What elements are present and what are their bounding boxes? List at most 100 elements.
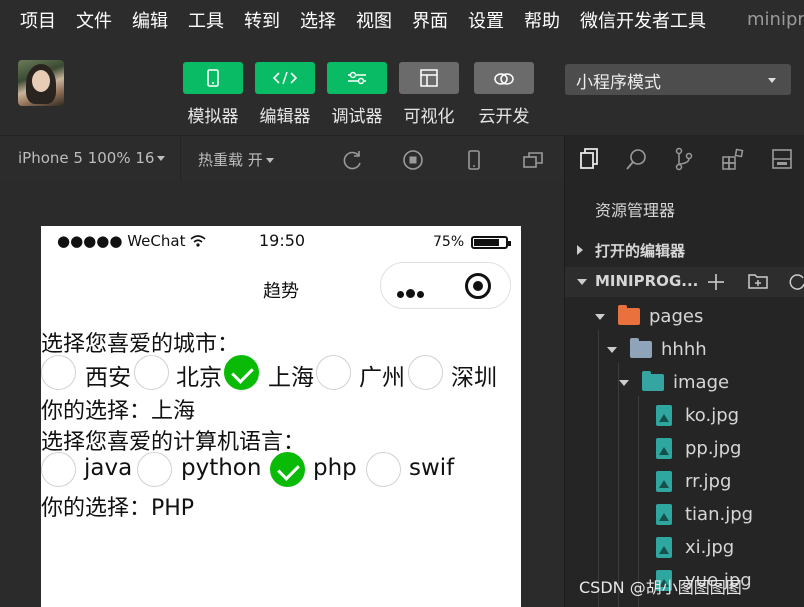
hot-reload-select[interactable]: 热重载 开	[198, 149, 274, 170]
city-radio-label[interactable]: 北京	[176, 358, 222, 392]
lang-radio[interactable]	[137, 452, 172, 487]
battery-percent: 75%	[433, 234, 465, 250]
city-radio-label[interactable]: 广州	[359, 358, 405, 392]
battery-tip	[508, 241, 511, 246]
chevron-down-icon	[607, 347, 617, 353]
new-folder-icon[interactable]	[748, 272, 768, 290]
status-time: 19:50	[259, 231, 306, 250]
refresh-icon[interactable]	[788, 272, 804, 290]
chevron-right-icon	[577, 245, 583, 255]
tree-folder-image[interactable]: image	[565, 368, 804, 398]
city-radio[interactable]	[134, 355, 169, 390]
lang-radio-group: java python php swif	[41, 452, 521, 488]
extensions-icon[interactable]	[721, 147, 745, 171]
activity-bar	[565, 135, 804, 181]
project-section[interactable]: MINIPROG...	[565, 267, 804, 297]
tree-label: hhhh	[661, 339, 707, 360]
device-select[interactable]: iPhone 5 100% 16	[18, 149, 166, 167]
chevron-down-icon	[619, 380, 629, 386]
layout-icon	[420, 69, 438, 87]
menu-item-tools[interactable]: 工具	[168, 7, 224, 33]
open-editors-label: 打开的编辑器	[595, 242, 686, 260]
avatar-face	[32, 70, 50, 92]
menu-item-settings[interactable]: 设置	[448, 7, 504, 33]
source-control-icon[interactable]	[672, 147, 696, 171]
image-file-icon	[656, 537, 672, 558]
chevron-down-icon	[157, 156, 166, 161]
tree-file[interactable]: xi.jpg	[565, 533, 804, 563]
carrier-text: ●●●●● WeChat	[57, 232, 186, 250]
city-radio-label[interactable]: 西安	[85, 358, 131, 392]
close-target-icon[interactable]	[465, 273, 491, 299]
lang-radio-label[interactable]: php	[313, 455, 357, 481]
debugger-button[interactable]	[327, 62, 387, 94]
chevron-down-icon	[768, 78, 776, 83]
city-radio-label[interactable]: 上海	[268, 358, 314, 392]
cloud-dev-label: 云开发	[478, 107, 530, 127]
chevron-down-icon	[577, 279, 587, 285]
city-radio[interactable]	[41, 355, 76, 390]
mode-select-value: 小程序模式	[576, 73, 661, 93]
device-icon[interactable]	[463, 149, 485, 171]
explorer-title: 资源管理器	[595, 201, 676, 220]
simulator-toolbar: iPhone 5 100% 16 热重载 开	[0, 135, 564, 182]
panel-icon[interactable]	[770, 147, 794, 171]
menu-item-interface[interactable]: 界面	[392, 7, 448, 33]
city-prompt: 选择您喜爱的城市：	[41, 332, 240, 357]
city-radio[interactable]	[316, 355, 351, 390]
city-radio[interactable]	[408, 355, 443, 390]
lang-radio-label[interactable]: java	[84, 455, 132, 481]
tree-folder-pages[interactable]: pages	[565, 302, 804, 332]
editor-button[interactable]	[255, 62, 315, 94]
search-icon[interactable]	[625, 147, 649, 171]
tree-label: pp.jpg	[685, 438, 742, 459]
tree-folder-hhhh[interactable]: hhhh	[565, 335, 804, 365]
files-icon[interactable]	[577, 147, 601, 171]
divider	[180, 136, 181, 182]
city-radio[interactable]	[224, 355, 259, 390]
more-icon[interactable]	[397, 283, 426, 302]
menu-item-select[interactable]: 选择	[280, 7, 336, 33]
folder-icon	[618, 305, 640, 325]
menu-item-view[interactable]: 视图	[336, 7, 392, 33]
simulator-button[interactable]	[183, 62, 243, 94]
sliders-icon	[348, 71, 366, 85]
tree-label: image	[673, 372, 730, 393]
window-icon[interactable]	[522, 149, 544, 171]
city-radio-label[interactable]: 深圳	[451, 358, 497, 392]
lang-radio[interactable]	[270, 452, 305, 487]
wifi-icon	[190, 235, 206, 247]
menu-item-wechat-devtools[interactable]: 微信开发者工具	[560, 7, 706, 33]
menu-item-goto[interactable]: 转到	[224, 7, 280, 33]
mode-select[interactable]: 小程序模式	[565, 64, 791, 95]
image-file-icon	[656, 471, 672, 492]
menu-item-file[interactable]: 文件	[56, 7, 112, 33]
debugger-label: 调试器	[331, 107, 383, 127]
tree-file[interactable]: rr.jpg	[565, 467, 804, 497]
visual-button[interactable]	[399, 62, 459, 94]
phone-screen: ●●●●● WeChat 19:50 75% 趋势 选择您喜爱的城市： 西安 北…	[41, 226, 521, 607]
new-file-icon[interactable]	[707, 273, 725, 291]
capsule-menu	[380, 262, 511, 309]
open-editors-section[interactable]: 打开的编辑器	[565, 235, 804, 265]
cloud-icon	[494, 73, 514, 85]
lang-radio-label[interactable]: python	[181, 455, 261, 481]
menu-item-project[interactable]: 项目	[0, 7, 56, 33]
lang-radio[interactable]	[366, 452, 401, 487]
avatar[interactable]	[18, 60, 64, 106]
lang-radio-label[interactable]: swif	[409, 455, 454, 481]
tree-file[interactable]: pp.jpg	[565, 434, 804, 464]
refresh-icon[interactable]	[342, 149, 364, 171]
tree-file[interactable]: tian.jpg	[565, 500, 804, 530]
cloud-dev-button[interactable]	[474, 62, 534, 94]
tree-label: ko.jpg	[685, 405, 740, 426]
menu-item-help[interactable]: 帮助	[504, 7, 560, 33]
toolbar: 模拟器 编辑器 调试器 可视化 云开发 小程序模式	[0, 40, 804, 135]
menu-item-edit[interactable]: 编辑	[112, 7, 168, 33]
tree-label: pages	[649, 306, 704, 327]
lang-radio[interactable]	[41, 452, 76, 487]
tree-file[interactable]: ko.jpg	[565, 401, 804, 431]
menu-bar: 项目 文件 编辑 工具 转到 选择 视图 界面 设置 帮助 微信开发者工具 mi…	[0, 0, 804, 40]
stop-icon[interactable]	[402, 149, 424, 171]
visual-label: 可视化	[403, 107, 455, 127]
